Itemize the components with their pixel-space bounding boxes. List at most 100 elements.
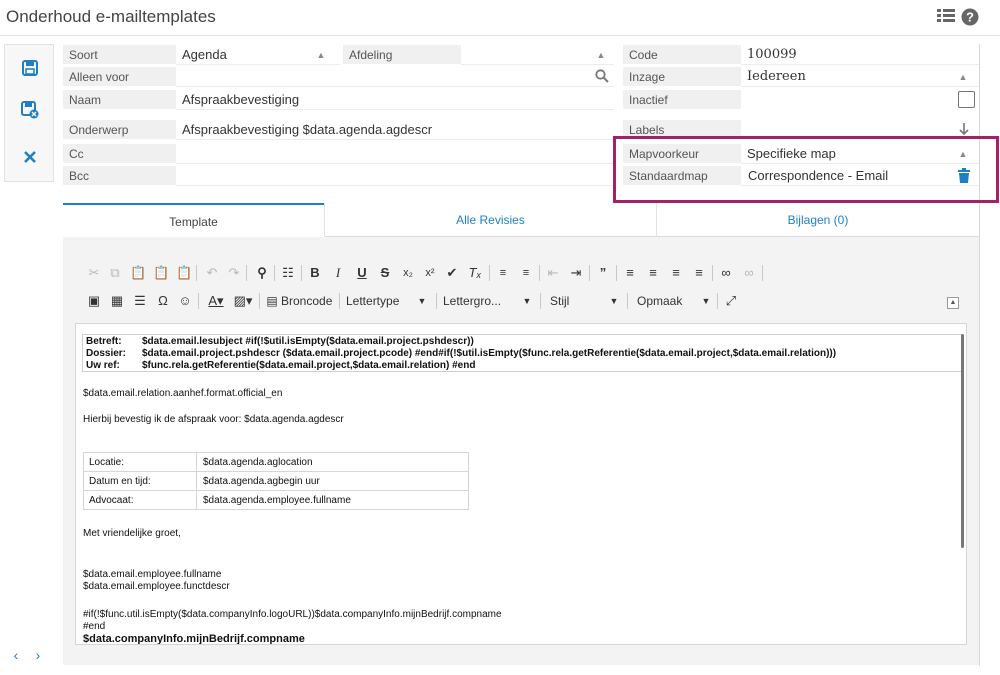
underline-icon[interactable]: U [355, 263, 369, 283]
copy-format-icon[interactable]: ✔ [445, 263, 459, 283]
text-color-icon[interactable]: A▾ [205, 291, 227, 311]
intro-text: Hierbij bevestig ik de afspraak voor: $d… [83, 414, 344, 425]
previous-icon[interactable]: ‹ [8, 645, 24, 665]
save-close-icon[interactable] [19, 101, 41, 123]
strikethrough-icon[interactable]: S [378, 263, 392, 283]
horizontal-line-icon[interactable]: ☰ [133, 291, 147, 311]
unlink-icon[interactable]: ∞ [742, 263, 756, 283]
inzage-select[interactable]: Iedereen [741, 67, 979, 87]
opmaak-arrow-icon[interactable]: ▼ [701, 291, 711, 311]
bold-icon[interactable]: B [308, 263, 322, 283]
redo-icon[interactable]: ↷ [227, 263, 241, 283]
bcc-input[interactable] [176, 166, 614, 186]
spellcheck-icon[interactable]: ☷ [281, 263, 295, 283]
smiley-icon[interactable]: ☺ [178, 291, 192, 311]
help-icon[interactable]: ? [960, 8, 980, 28]
lettertype-dropdown[interactable]: Lettertype [346, 291, 408, 311]
detail-value: $data.agenda.agbegin uur [203, 476, 320, 487]
detail-value: $data.agenda.aglocation [203, 457, 313, 468]
soort-label: Soort [63, 45, 176, 65]
inactief-checkbox[interactable] [958, 91, 975, 108]
lettergrootte-arrow-icon[interactable]: ▼ [522, 291, 532, 311]
onderwerp-label: Onderwerp [63, 120, 176, 140]
labels-label: Labels [623, 120, 741, 137]
list-icon[interactable] [936, 8, 956, 28]
editor-content[interactable]: Betreft: $data.email.lesubject #if(!$uti… [75, 323, 967, 645]
tab-bijlagen[interactable]: Bijlagen (0) [657, 203, 979, 237]
header-label: Betreft: [86, 336, 122, 347]
logo-end-text: #end [83, 621, 106, 632]
remove-format-icon[interactable]: Tₓ [468, 263, 482, 283]
lettergrootte-dropdown[interactable]: Lettergro... [443, 291, 513, 311]
indent-icon[interactable]: ⇥ [569, 263, 583, 283]
detail-label: Datum en tijd: [89, 476, 151, 487]
numbered-list-icon[interactable]: ≡ [496, 263, 510, 283]
italic-icon[interactable]: I [331, 263, 345, 283]
source-icon[interactable]: ▤ [265, 291, 279, 311]
subscript-icon[interactable]: x₂ [401, 263, 415, 283]
paste-icon[interactable]: 📋 [130, 263, 146, 283]
next-icon[interactable]: › [30, 645, 46, 665]
company-text: $data.companyInfo.mijnBedrijf.compname [83, 633, 305, 645]
save-icon[interactable] [19, 59, 41, 81]
paste-text-icon[interactable]: 📋 [153, 263, 169, 283]
background-color-icon[interactable]: ▨▾ [232, 291, 254, 311]
code-label: Code [623, 45, 741, 65]
aanhef-text: $data.email.relation.aanhef.format.offic… [83, 388, 283, 399]
blockquote-icon[interactable]: ” [596, 263, 610, 283]
tab-template[interactable]: Template [63, 203, 324, 237]
align-center-icon[interactable]: ≡ [646, 263, 660, 283]
cc-label: Cc [63, 144, 176, 164]
table-icon[interactable]: ▦ [110, 291, 124, 311]
align-justify-icon[interactable]: ≡ [692, 263, 706, 283]
header-label: Uw ref: [86, 360, 120, 371]
soort-select-arrows-icon[interactable]: ▲ [316, 45, 326, 65]
maximize-icon[interactable]: ⤢ [724, 291, 738, 311]
svg-text:?: ? [966, 10, 974, 25]
logo-if-text: #if(!$func.util.isEmpty($data.companyInf… [83, 609, 502, 620]
detail-label: Locatie: [89, 457, 125, 468]
search-icon[interactable] [595, 69, 609, 83]
special-char-icon[interactable]: Ω [156, 291, 170, 311]
image-icon[interactable]: ▣ [87, 291, 101, 311]
header-value: $func.rela.getReferentie($data.email.pro… [142, 360, 476, 371]
groet-text: Met vriendelijke groet, [83, 528, 181, 539]
editor-toolbar: ✂ ⧉ 📋 📋 📋 ↶ ↷ ⚲ ☷ B I U S x₂ x² ✔ Tₓ ≡ ≡… [75, 255, 965, 323]
find-icon[interactable]: ⚲ [255, 263, 269, 283]
header-value: $data.email.project.pshdescr ($data.emai… [142, 348, 837, 359]
tab-alle-revisies[interactable]: Alle Revisies [324, 203, 657, 237]
stijl-dropdown[interactable]: Stijl [550, 291, 600, 311]
afdeling-select[interactable] [461, 45, 614, 65]
lettertype-arrow-icon[interactable]: ▼ [417, 291, 427, 311]
detail-value: $data.agenda.employee.fullname [203, 495, 351, 506]
opmaak-dropdown[interactable]: Opmaak [637, 291, 695, 311]
superscript-icon[interactable]: x² [423, 263, 437, 283]
alleen-voor-input[interactable] [176, 67, 614, 87]
link-icon[interactable]: ∞ [719, 263, 733, 283]
broncode-button[interactable]: Broncode [281, 291, 337, 311]
content-scrollbar[interactable] [961, 334, 964, 548]
stijl-arrow-icon[interactable]: ▼ [609, 291, 619, 311]
outdent-icon[interactable]: ⇤ [546, 263, 560, 283]
cc-input[interactable] [176, 144, 614, 164]
arrow-down-icon[interactable] [958, 122, 970, 136]
action-sidebar [4, 44, 54, 182]
onderwerp-input[interactable]: Afspraakbevestiging $data.agenda.agdescr [176, 120, 614, 140]
highlight-frame [613, 136, 999, 203]
cut-icon[interactable]: ✂ [87, 263, 101, 283]
align-left-icon[interactable]: ≡ [623, 263, 637, 283]
undo-icon[interactable]: ↶ [205, 263, 219, 283]
afdeling-select-arrows-icon[interactable]: ▲ [596, 45, 606, 65]
afdeling-label: Afdeling [343, 45, 461, 65]
paste-word-icon[interactable]: 📋 [176, 263, 192, 283]
inzage-select-arrows-icon[interactable]: ▲ [958, 67, 968, 87]
naam-input[interactable]: Afspraakbevestiging [176, 90, 614, 110]
page-title: Onderhoud e-mailtemplates [6, 7, 216, 26]
align-right-icon[interactable]: ≡ [669, 263, 683, 283]
employee-name-text: $data.email.employee.fullname [83, 569, 222, 580]
inzage-label: Inzage [623, 67, 741, 87]
collapse-toolbar-icon[interactable]: ▲ [947, 297, 959, 309]
cancel-icon[interactable] [19, 147, 41, 169]
bullet-list-icon[interactable]: ≡ [519, 263, 533, 283]
copy-icon[interactable]: ⧉ [108, 263, 122, 283]
